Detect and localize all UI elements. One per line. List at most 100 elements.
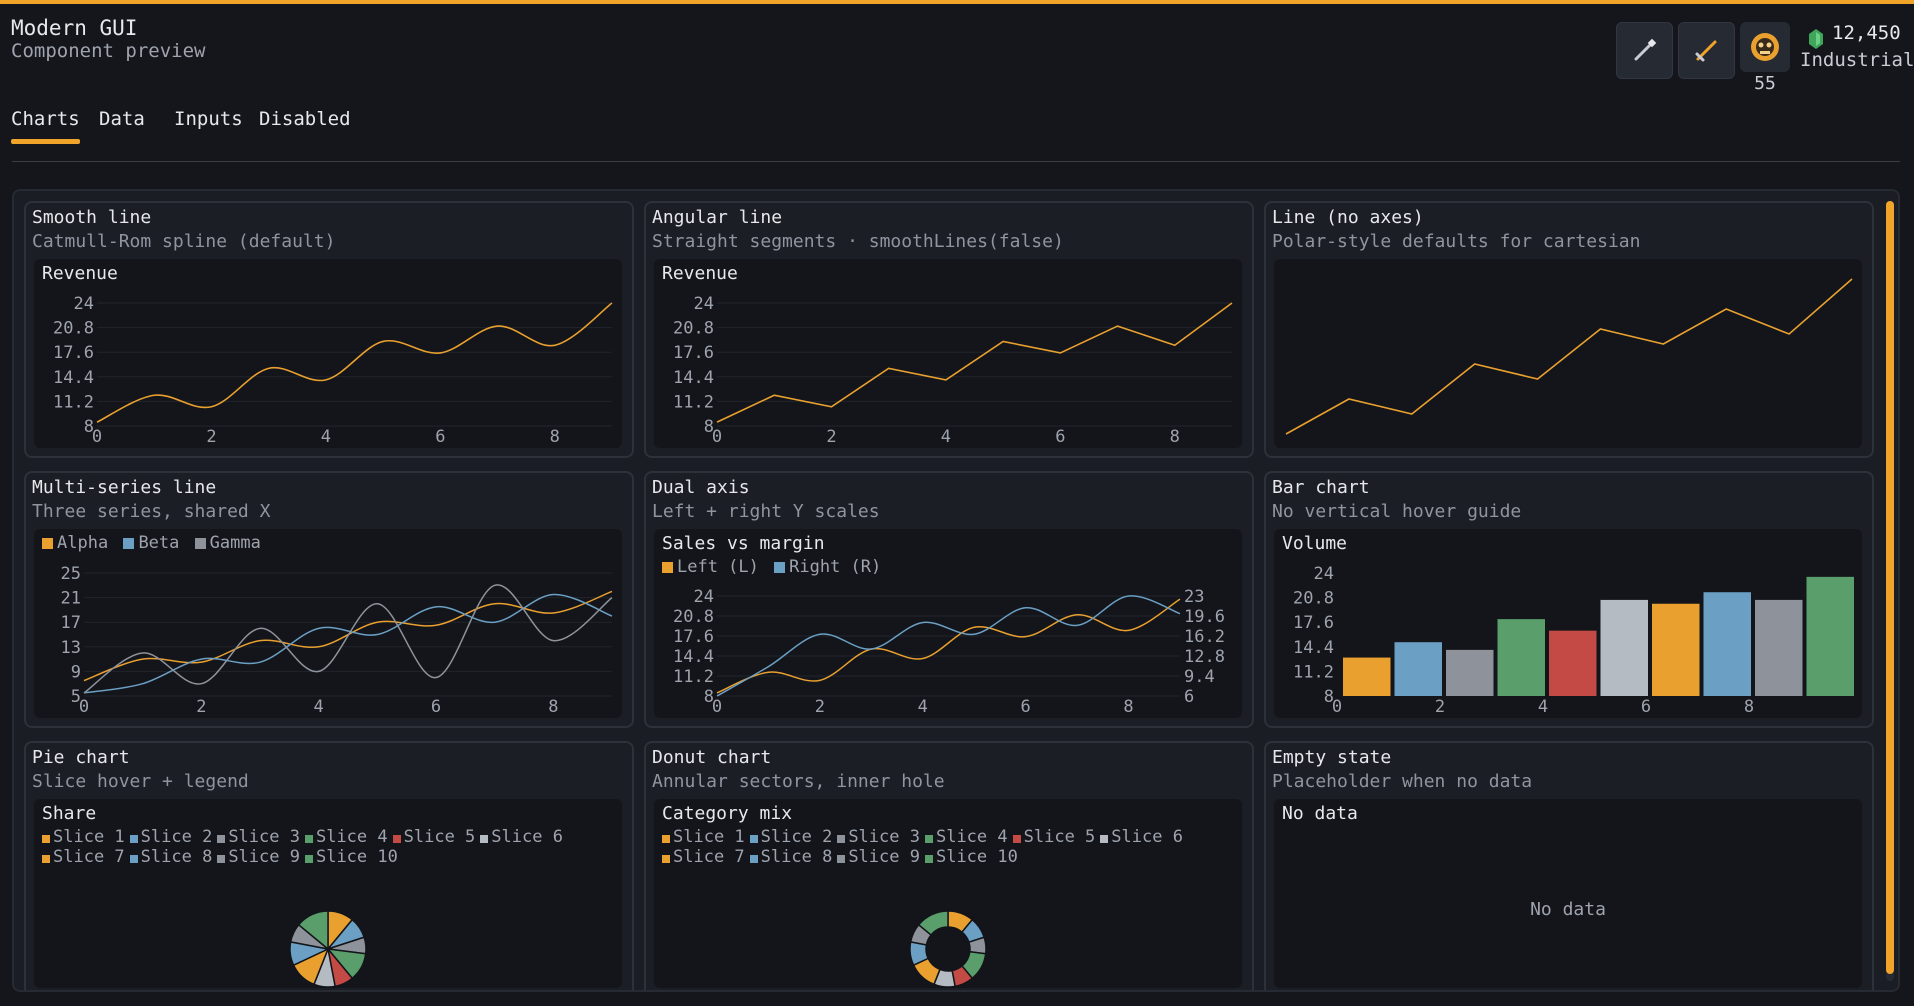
bar [1394,642,1442,696]
y-right-tick-label: 19.6 [1184,607,1225,627]
chart-area[interactable]: Volume 24 20.8 17.6 14.4 11.2 8 0 2 4 6 8 [1274,529,1862,718]
card-donut-chart: Donut chart Annular sectors, inner hole … [644,741,1254,990]
x-tick-label: 4 [314,697,324,717]
card-title: Empty state [1272,747,1392,768]
chart-area[interactable]: Category mix Slice 1 Slice 2 Slice 3 Slice … [654,799,1242,988]
x-tick-label: 0 [92,427,102,447]
x-tick-label: 6 [1055,427,1065,447]
x-tick-label: 0 [712,697,722,717]
card-title: Donut chart [652,747,772,768]
y-tick-label: 11.2 [673,667,714,687]
wand-button[interactable] [1616,22,1673,79]
card-empty-state: Empty state Placeholder when no data No … [1264,741,1874,990]
y-tick-label: 11.2 [1293,662,1334,682]
y-right-tick-label: 9.4 [1184,667,1215,687]
x-tick-label: 4 [321,427,331,447]
card-dual-axis: Dual axis Left + right Y scales Sales vs… [644,471,1254,728]
bar-chart: 2420.817.614.411.280 2 4 6 8 [1293,564,1854,717]
card-multi-series: Multi-series line Three series, shared X… [24,471,634,728]
x-tick-label: 2 [196,697,206,717]
scrollbar-track[interactable] [1886,201,1894,981]
y-tick-label: 25 [61,564,81,584]
x-tick-label: 8 [1744,697,1754,717]
chart-area[interactable]: Sales vs margin Left (L) Right (R) 24 23 2… [654,529,1242,718]
y-tick-label: 24 [694,587,714,607]
tab-disabled[interactable]: Disabled [259,108,351,130]
chart-area[interactable]: Share Slice 1 Slice 2 Slice 3 Slice 4 Slice … [34,799,622,988]
y-tick-label: 20.8 [53,319,94,339]
avatar[interactable] [1740,22,1790,72]
emerald-icon [1809,29,1823,49]
bar [1652,603,1700,696]
bar [1343,657,1391,696]
x-tick-label: 0 [79,697,89,717]
series-line [83,593,613,694]
card-angular-line: Angular line Straight segments · smoothL… [644,201,1254,458]
card-subtitle: Annular sectors, inner hole [652,771,945,792]
card-title: Line (no axes) [1272,207,1424,228]
sword-icon [1695,40,1717,62]
chart-area[interactable]: Revenue 24 20.8 17.6 14.4 11.2 8 0 2 4 6 8 [654,259,1242,448]
multi-series-line-chart: 25211713950 2 4 6 8 [61,564,613,717]
x-tick-label: 6 [435,427,445,447]
x-tick-label: 6 [1021,697,1031,717]
y-tick-label: 11.2 [53,392,94,412]
x-tick-label: 4 [941,427,951,447]
card-line-no-axes: Line (no axes) Polar-style defaults for … [1264,201,1874,458]
y-tick-label: 21 [61,589,81,609]
x-tick-label: 6 [1641,697,1651,717]
card-subtitle: Placeholder when no data [1272,771,1533,792]
y-tick-label: 17.6 [1293,613,1334,633]
no-axes-line-chart [1285,278,1853,435]
bar [1755,599,1803,696]
series-line [83,584,613,694]
pie-chart [289,910,367,988]
series-line [716,595,1181,697]
x-tick-label: 4 [918,697,928,717]
y-right-tick-label: 16.2 [1184,627,1225,647]
chart-area[interactable]: Revenue 24 20.8 17.6 14.4 11.2 8 0 2 4 6 8 [34,259,622,448]
tabs-divider [12,161,1900,162]
x-tick-label: 8 [1123,697,1133,717]
x-tick-label: 2 [1435,697,1445,717]
y-tick-label: 11.2 [673,392,714,412]
chart-area[interactable]: Alpha Beta Gamma 25 21 17 13 9 5 0 2 4 6 8 [34,529,622,718]
sword-button[interactable] [1678,22,1735,79]
y-right-tick-label: 12.8 [1184,647,1225,667]
top-accent-bar [0,0,1914,4]
card-title: Multi-series line [32,477,217,498]
bar [1497,619,1545,696]
tab-charts[interactable]: Charts [11,108,80,130]
chart-area[interactable]: No data No data [1274,799,1862,988]
wand-icon [1634,38,1657,61]
x-tick-label: 2 [206,427,216,447]
card-title: Angular line [652,207,783,228]
card-title: Smooth line [32,207,152,228]
y-tick-label: 14.4 [53,368,94,388]
scrollbar-thumb[interactable] [1886,201,1894,974]
dual-axis-line-chart: 24 2320.8 19.617.6 16.214.4 12.811.2 9.48 60 2 4… [673,587,1225,717]
chart-area[interactable] [1274,259,1862,448]
y-tick-label: 20.8 [673,319,714,339]
x-tick-label: 8 [548,697,558,717]
x-tick-label: 2 [815,697,825,717]
tab-data[interactable]: Data [99,108,145,130]
player-level: 55 [1754,73,1776,94]
y-tick-label: 20.8 [673,607,714,627]
empty-state-message: No data [1530,899,1606,920]
y-tick-label: 14.4 [673,368,714,388]
bar [1703,592,1751,696]
smooth-line-chart: 2420.817.614.411.280 2 4 6 8 [53,294,613,447]
y-tick-label: 14.4 [673,647,714,667]
y-tick-label: 24 [694,294,714,314]
card-title: Dual axis [652,477,750,498]
x-tick-label: 8 [550,427,560,447]
x-tick-label: 0 [1332,697,1342,717]
card-subtitle: Left + right Y scales [652,501,880,522]
tab-inputs[interactable]: Inputs [174,108,243,130]
y-right-tick-label: 23 [1184,587,1204,607]
y-tick-label: 20.8 [1293,589,1334,609]
card-subtitle: Slice hover + legend [32,771,249,792]
bar [1549,630,1597,696]
charts-panel: Smooth line Catmull-Rom spline (default)… [12,189,1900,992]
